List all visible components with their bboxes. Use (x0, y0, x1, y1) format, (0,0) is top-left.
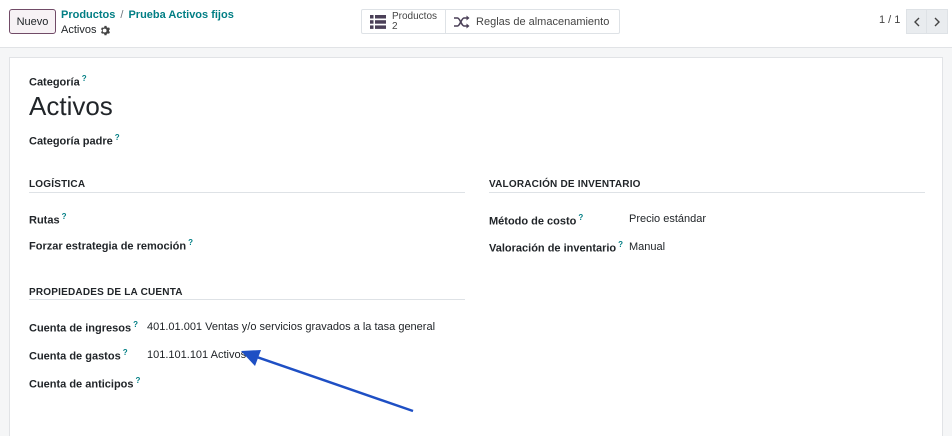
annotation-arrow-icon (241, 350, 414, 413)
inventory-valuation-divider (489, 192, 925, 193)
list-icon (370, 14, 386, 29)
cost-method-label: Método de costo? (489, 213, 584, 228)
help-tooltip-icon[interactable]: ? (136, 376, 141, 385)
pager-next-button[interactable] (927, 9, 948, 34)
smart-buttons: Productos 2 Reglas de almacenamiento (361, 9, 621, 34)
advance-account-label: Cuenta de anticipos? (29, 376, 141, 391)
inventory-valuation-label: Valoración de inventario? (489, 240, 624, 255)
help-tooltip-icon[interactable]: ? (133, 320, 138, 329)
help-tooltip-icon[interactable]: ? (123, 348, 128, 357)
inventory-valuation-section-title: VALORACIÓN DE INVENTARIO (489, 179, 641, 190)
expense-account-label: Cuenta de gastos? (29, 348, 128, 363)
cost-method-field[interactable]: Precio estándar (629, 213, 706, 225)
gear-icon[interactable] (100, 25, 111, 36)
products-smart-label: Productos (392, 10, 438, 22)
breadcrumb: Productos / Prueba Activos fijos Activos (61, 8, 234, 37)
logistics-divider (29, 192, 465, 193)
account-properties-divider (29, 299, 465, 300)
help-tooltip-icon[interactable]: ? (188, 238, 193, 247)
chevron-left-icon (913, 17, 919, 26)
chevron-right-icon (934, 17, 940, 26)
pager-buttons (906, 9, 948, 34)
logistics-section-title: LOGÍSTICA (29, 179, 86, 190)
routes-label: Rutas? (29, 212, 67, 227)
breadcrumb-current: Activos (61, 24, 97, 36)
control-panel: Nuevo Productos / Prueba Activos fijos A… (0, 0, 952, 48)
products-smart-count: 2 (392, 20, 398, 32)
income-account-field[interactable]: 401.01.001 Ventas y/o servicios gravados… (147, 321, 435, 333)
putaway-rules-smart-button[interactable]: Reglas de almacenamiento (446, 10, 619, 33)
category-label: Categoría? (29, 74, 87, 89)
pager-previous-button[interactable] (906, 9, 927, 34)
help-tooltip-icon[interactable]: ? (82, 74, 87, 83)
pager-value[interactable]: 1 / 1 (879, 14, 900, 26)
inventory-valuation-field[interactable]: Manual (629, 241, 665, 253)
income-account-label: Cuenta de ingresos? (29, 320, 138, 335)
new-button[interactable]: Nuevo (9, 9, 56, 34)
category-name-input[interactable]: Activos (29, 91, 113, 122)
parent-category-label: Categoría padre? (29, 133, 120, 148)
help-tooltip-icon[interactable]: ? (578, 213, 583, 222)
help-tooltip-icon[interactable]: ? (618, 240, 623, 249)
help-tooltip-icon[interactable]: ? (115, 133, 120, 142)
removal-strategy-label: Forzar estrategia de remoción? (29, 238, 193, 253)
account-properties-section-title: PROPIEDADES DE LA CUENTA (29, 287, 183, 298)
putaway-rules-label: Reglas de almacenamiento (476, 15, 610, 28)
breadcrumb-product-link[interactable]: Prueba Activos fijos (128, 8, 233, 22)
products-smart-button[interactable]: Productos 2 (362, 10, 447, 33)
breadcrumb-separator: / (120, 9, 124, 21)
form-sheet: Categoría? Activos Categoría padre? LOGÍ… (9, 57, 943, 436)
shuffle-icon (454, 15, 470, 28)
expense-account-field[interactable]: 101.101.101 Activos (147, 349, 246, 361)
breadcrumb-products-link[interactable]: Productos (61, 8, 115, 22)
help-tooltip-icon[interactable]: ? (62, 212, 67, 221)
